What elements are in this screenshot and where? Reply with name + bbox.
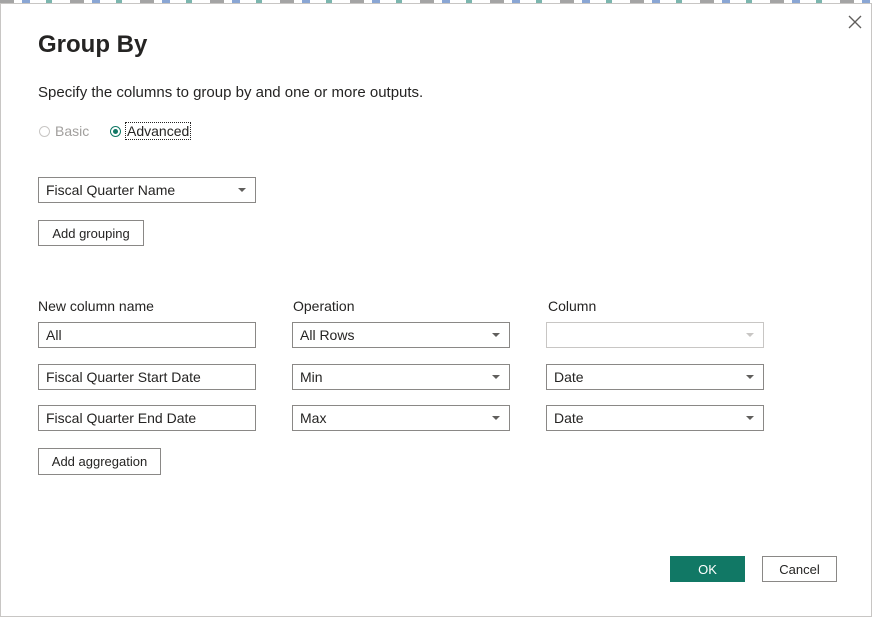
header-new-column-name: New column name: [38, 298, 154, 314]
radio-basic-label: Basic: [55, 123, 90, 139]
group-by-column-select[interactable]: Fiscal Quarter Name: [38, 177, 256, 203]
dialog-title: Group By: [38, 31, 148, 58]
operation-select[interactable]: All Rows: [292, 322, 510, 348]
new-column-name-input[interactable]: All: [38, 322, 256, 348]
header-column: Column: [548, 298, 597, 314]
radio-advanced-label: Advanced: [124, 122, 192, 140]
chevron-down-icon: [238, 188, 246, 192]
close-button[interactable]: [846, 13, 864, 31]
new-column-name-value: Fiscal Quarter Start Date: [46, 369, 201, 385]
add-aggregation-button[interactable]: Add aggregation: [38, 448, 161, 475]
chevron-down-icon: [746, 416, 754, 420]
group-by-column-value: Fiscal Quarter Name: [46, 182, 176, 198]
operation-value: Max: [300, 410, 327, 426]
new-column-name-input[interactable]: Fiscal Quarter Start Date: [38, 364, 256, 390]
column-select[interactable]: Date: [546, 405, 764, 431]
add-grouping-button[interactable]: Add grouping: [38, 220, 144, 246]
operation-value: Min: [300, 369, 323, 385]
new-column-name-value: Fiscal Quarter End Date: [46, 410, 197, 426]
new-column-name-value: All: [46, 327, 62, 343]
radio-basic-circle: [39, 125, 50, 137]
radio-advanced[interactable]: Advanced: [110, 122, 192, 140]
chevron-down-icon: [492, 416, 500, 420]
close-icon: [848, 15, 862, 29]
chevron-down-icon: [492, 333, 500, 337]
operation-select[interactable]: Min: [292, 364, 510, 390]
chevron-down-icon: [746, 333, 754, 337]
radio-basic[interactable]: Basic: [39, 122, 89, 140]
column-select[interactable]: Date: [546, 364, 764, 390]
ok-button[interactable]: OK: [670, 556, 745, 582]
chevron-down-icon: [746, 375, 754, 379]
radio-advanced-circle: [110, 125, 121, 137]
operation-select[interactable]: Max: [292, 405, 510, 431]
new-column-name-input[interactable]: Fiscal Quarter End Date: [38, 405, 256, 431]
chevron-down-icon: [492, 375, 500, 379]
dialog-subtitle: Specify the columns to group by and one …: [38, 84, 424, 101]
column-value: Date: [554, 410, 584, 426]
group-by-dialog: Group By Specify the columns to group by…: [0, 3, 872, 617]
header-operation: Operation: [293, 298, 355, 314]
column-select[interactable]: [546, 322, 764, 348]
operation-value: All Rows: [300, 327, 355, 343]
column-value: Date: [554, 369, 584, 385]
cancel-button[interactable]: Cancel: [762, 556, 837, 582]
